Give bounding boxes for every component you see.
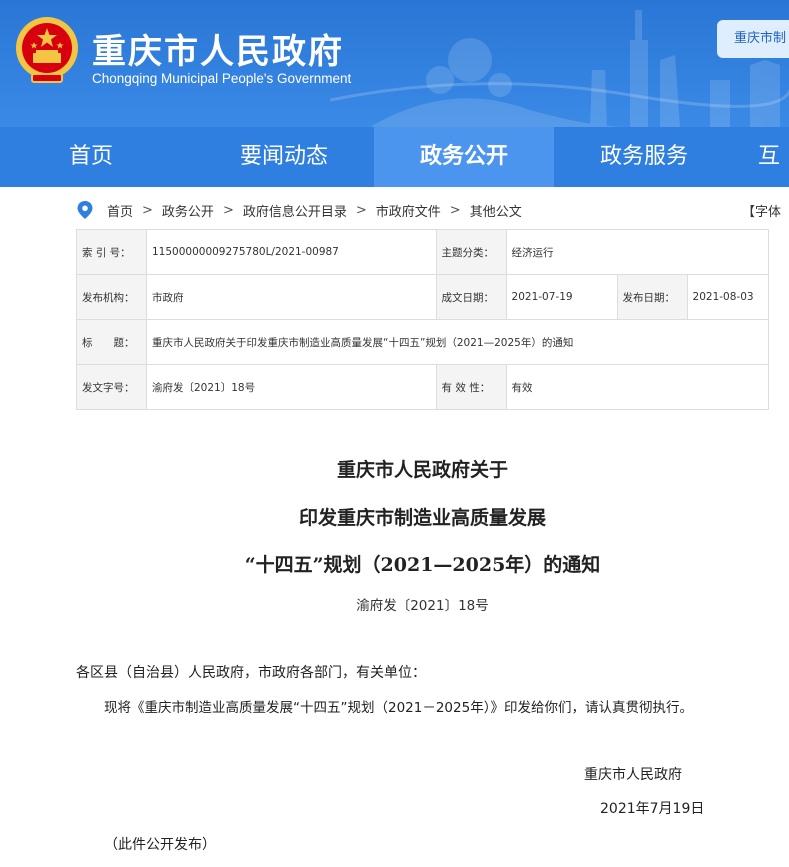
breadcrumb-gov-affairs[interactable]: 政务公开 [162, 201, 214, 220]
meta-created-label: 成文日期： [435, 274, 507, 320]
nav-item-gov-services[interactable]: 政务服务 [554, 127, 734, 187]
document-meta-table: 索 引 号： 11500000009275780L/2021-00987 主题分… [76, 229, 770, 410]
location-pin-icon [77, 201, 93, 219]
breadcrumb-home[interactable]: 首页 [107, 201, 133, 220]
breadcrumb: 首页 > 政务公开 > 政府信息公开目录 > 市政府文件 > 其他公文 [76, 198, 522, 222]
nav-item-interaction[interactable]: 互 [734, 127, 789, 187]
header-banner: 重庆市人民政府 Chongqing Municipal People's Gov… [0, 0, 789, 127]
document-body: 现将《重庆市制造业高质量发展“十四五”规划（2021－2025年）》印发给你们，… [104, 700, 693, 716]
meta-title-label: 标 题： [76, 319, 147, 365]
meta-created-value: 2021-07-19 [505, 274, 618, 320]
document-number: 渝府发〔2021〕18号 [356, 598, 489, 614]
meta-title-value: 重庆市人民政府关于印发重庆市制造业高质量发展“十四五”规划（2021—2025年… [146, 319, 769, 365]
document-recipients: 各区县（自治县）人民政府，市政府各部门，有关单位： [76, 665, 426, 681]
font-size-control[interactable]: 【字体 [742, 201, 781, 220]
document-title-line-1: 重庆市人民政府关于 [336, 459, 508, 481]
meta-docno-label: 发文字号： [76, 364, 147, 410]
document-date: 2021年7月19日 [600, 801, 705, 817]
document-title-line-2: 印发重庆市制造业高质量发展 [298, 507, 546, 529]
document-title-line-3: “十四五”规划（2021—2025年）的通知 [244, 554, 601, 576]
meta-issuer-value: 市政府 [146, 274, 437, 320]
meta-topic-value: 经济运行 [505, 229, 770, 275]
meta-topic-label: 主题分类： [435, 229, 507, 275]
meta-index-value: 11500000009275780L/2021-00987 [146, 229, 437, 275]
top-region-button[interactable]: 重庆市制 [717, 20, 789, 58]
meta-validity-value: 有效 [505, 364, 770, 410]
breadcrumb-separator: > [222, 202, 234, 218]
breadcrumb-separator: > [449, 202, 461, 218]
meta-issuer-label: 发布机构： [76, 274, 147, 320]
document-note: （此件公开发布） [104, 837, 216, 853]
nav-item-gov-affairs[interactable]: 政务公开 [374, 127, 554, 187]
meta-index-label: 索 引 号： [76, 229, 147, 275]
breadcrumb-info-catalog[interactable]: 政府信息公开目录 [243, 201, 347, 220]
site-subtitle: Chongqing Municipal People's Government [92, 71, 352, 86]
nav-item-home[interactable]: 首页 [0, 127, 194, 187]
meta-published-value: 2021-08-03 [686, 274, 770, 320]
breadcrumb-separator: > [355, 202, 367, 218]
city-skyline-decoration [330, 10, 789, 127]
meta-docno-value: 渝府发〔2021〕18号 [146, 364, 437, 410]
document-signatory: 重庆市人民政府 [584, 767, 682, 783]
breadcrumb-other-docs[interactable]: 其他公文 [470, 201, 522, 220]
national-emblem-icon [16, 17, 78, 83]
site-title[interactable]: 重庆市人民政府 [92, 24, 344, 73]
meta-validity-label: 有 效 性： [435, 364, 507, 410]
meta-published-label: 发布日期： [616, 274, 688, 320]
nav-item-news[interactable]: 要闻动态 [194, 127, 374, 187]
main-nav: 首页 要闻动态 政务公开 政务服务 互 [0, 127, 789, 187]
breadcrumb-separator: > [142, 202, 153, 218]
breadcrumb-city-docs[interactable]: 市政府文件 [376, 201, 441, 220]
